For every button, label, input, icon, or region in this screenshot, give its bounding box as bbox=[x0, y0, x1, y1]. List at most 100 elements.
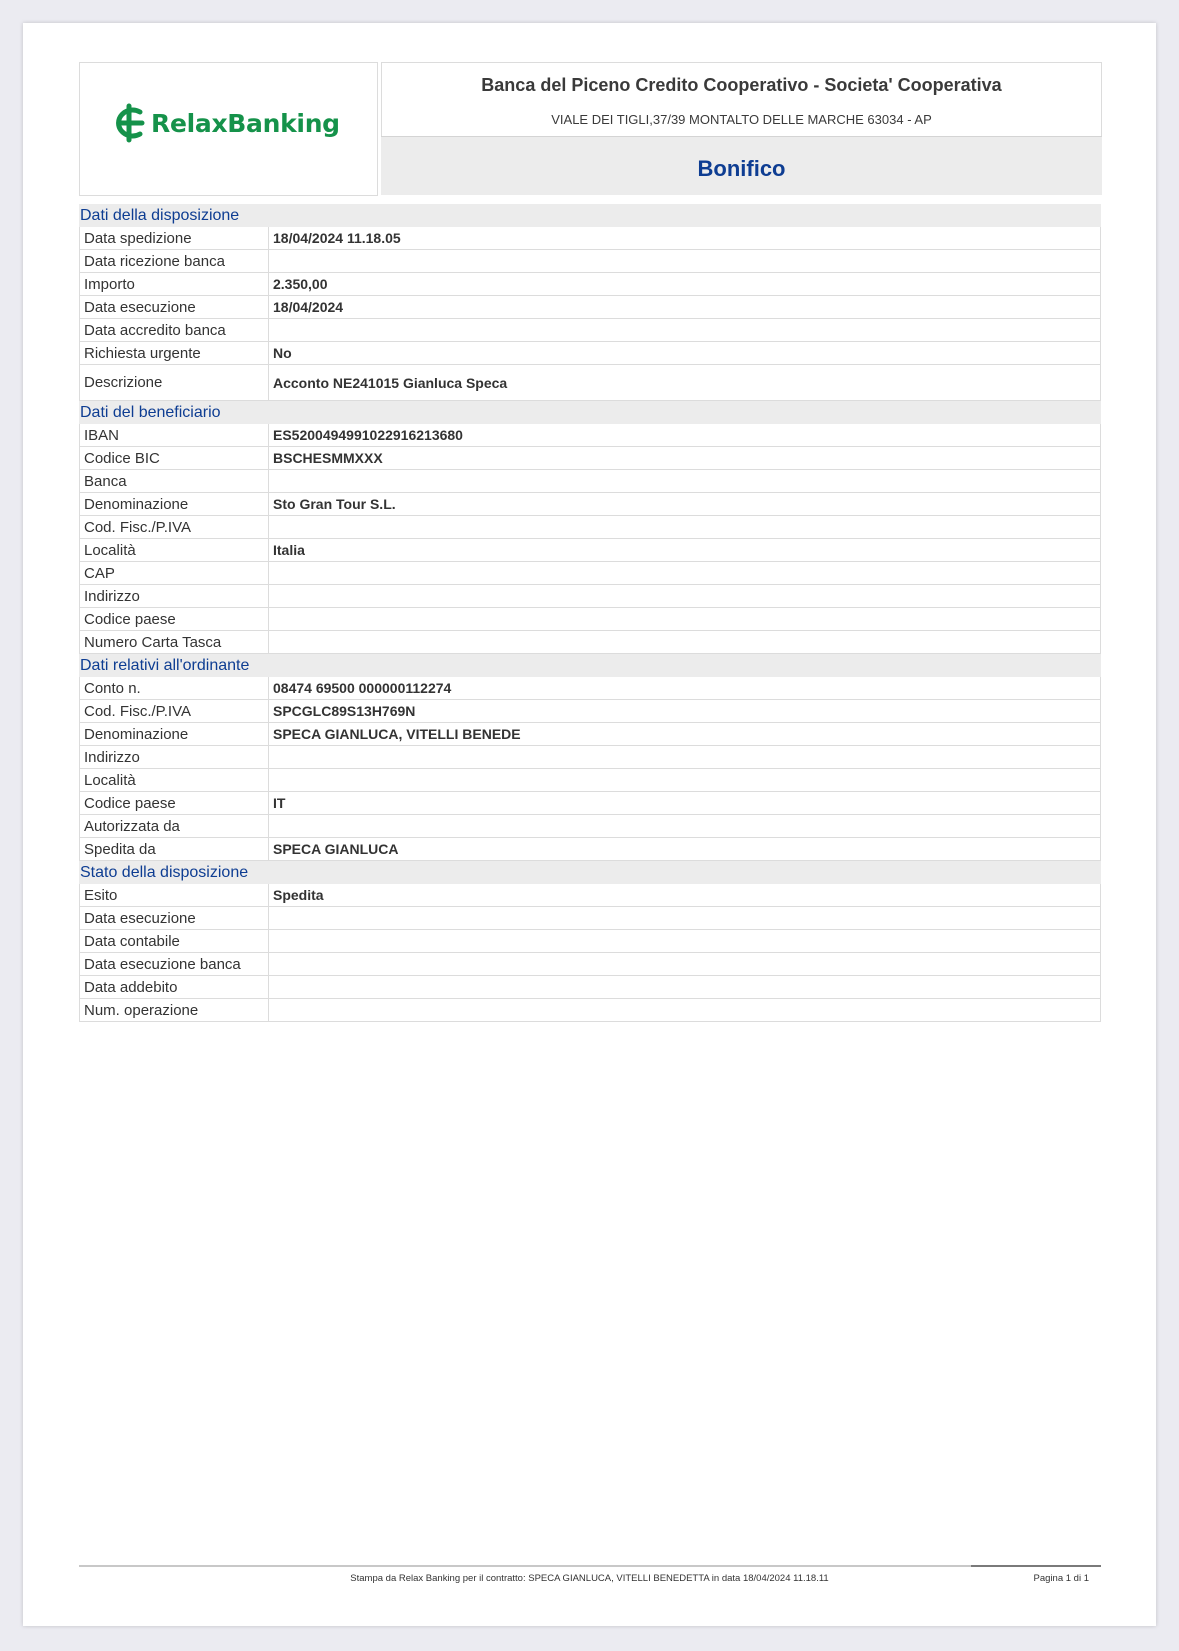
row-label: Località bbox=[80, 769, 269, 791]
row-value bbox=[269, 746, 1100, 768]
bank-address: VIALE DEI TIGLI,37/39 MONTALTO DELLE MAR… bbox=[551, 112, 932, 127]
row-label: Indirizzo bbox=[80, 585, 269, 607]
row-label: Data esecuzione bbox=[80, 296, 269, 318]
footer-page-number: Pagina 1 di 1 bbox=[1033, 1573, 1089, 1584]
row-value bbox=[269, 999, 1100, 1021]
doc-title: Bonifico bbox=[697, 156, 786, 181]
logo-text: RelaxBanking bbox=[151, 108, 340, 138]
table-row: Numero Carta Tasca bbox=[79, 631, 1101, 654]
table-row: IBAN ES5200494991022916213680 bbox=[79, 424, 1101, 447]
table-row: Richiesta urgente No bbox=[79, 342, 1101, 365]
footer-print-info: Stampa da Relax Banking per il contratto… bbox=[350, 1573, 829, 1584]
row-value bbox=[269, 976, 1100, 998]
row-label: Località bbox=[80, 539, 269, 561]
row-value bbox=[269, 516, 1100, 538]
row-value bbox=[269, 769, 1100, 791]
table-row: Indirizzo bbox=[79, 746, 1101, 769]
section-beneficiario: Dati del beneficiario bbox=[79, 401, 1101, 424]
row-label: Cod. Fisc./P.IVA bbox=[80, 516, 269, 538]
document-header: RelaxBanking Banca del Piceno Credito Co… bbox=[79, 62, 1102, 196]
table-row: Data ricezione banca bbox=[79, 250, 1101, 273]
row-label: IBAN bbox=[80, 424, 269, 446]
row-label: Data contabile bbox=[80, 930, 269, 952]
section-stato: Stato della disposizione bbox=[79, 861, 1101, 884]
row-value bbox=[269, 470, 1100, 492]
row-value: ES5200494991022916213680 bbox=[273, 427, 463, 443]
row-label: Spedita da bbox=[80, 838, 269, 860]
row-value: No bbox=[273, 345, 292, 361]
row-value: Sto Gran Tour S.L. bbox=[273, 496, 396, 512]
table-row: Data spedizione 18/04/2024 11.18.05 bbox=[79, 227, 1101, 250]
table-row: Num. operazione bbox=[79, 999, 1101, 1022]
table-row: Descrizione Acconto NE241015 Gianluca Spe… bbox=[79, 365, 1101, 401]
row-value: SPCGLC89S13H769N bbox=[273, 703, 416, 719]
table-row: Data esecuzione banca bbox=[79, 953, 1101, 976]
table-row: Data addebito bbox=[79, 976, 1101, 999]
row-label: Descrizione bbox=[80, 365, 269, 400]
table-row: Cod. Fisc./P.IVA SPCGLC89S13H769N bbox=[79, 700, 1101, 723]
logo-box: RelaxBanking bbox=[79, 62, 378, 196]
row-label: Denominazione bbox=[80, 723, 269, 745]
document-page: RelaxBanking Banca del Piceno Credito Co… bbox=[23, 23, 1156, 1626]
footer-divider-accent bbox=[971, 1565, 1101, 1567]
relaxbanking-logo: RelaxBanking bbox=[111, 103, 340, 143]
row-label: Data esecuzione banca bbox=[80, 953, 269, 975]
bank-info-box: Banca del Piceno Credito Cooperativo - S… bbox=[381, 62, 1102, 137]
table-row: Località bbox=[79, 769, 1101, 792]
table-row: Cod. Fisc./P.IVA bbox=[79, 516, 1101, 539]
row-label: Cod. Fisc./P.IVA bbox=[80, 700, 269, 722]
row-value: 08474 69500 000000112274 bbox=[273, 680, 452, 696]
row-value: IT bbox=[273, 795, 286, 811]
table-row: CAP bbox=[79, 562, 1101, 585]
table-row: Indirizzo bbox=[79, 585, 1101, 608]
row-label: Data spedizione bbox=[80, 227, 269, 249]
row-value: Spedita bbox=[273, 887, 324, 903]
row-value bbox=[269, 250, 1100, 272]
row-label: Data addebito bbox=[80, 976, 269, 998]
row-label: Num. operazione bbox=[80, 999, 269, 1021]
table-row: Codice paese IT bbox=[79, 792, 1101, 815]
row-value bbox=[269, 608, 1100, 630]
row-label: Data esecuzione bbox=[80, 907, 269, 929]
table-row: Autorizzata da bbox=[79, 815, 1101, 838]
section-disposizione: Dati della disposizione bbox=[79, 204, 1101, 227]
row-label: Numero Carta Tasca bbox=[80, 631, 269, 653]
row-value bbox=[269, 585, 1100, 607]
row-label: Autorizzata da bbox=[80, 815, 269, 837]
row-value: 18/04/2024 bbox=[273, 299, 344, 315]
row-value bbox=[269, 953, 1100, 975]
table-row: Codice BIC BSCHESMMXXX bbox=[79, 447, 1101, 470]
row-label: Codice paese bbox=[80, 608, 269, 630]
table-row: Esito Spedita bbox=[79, 884, 1101, 907]
table-row: Importo 2.350,00 bbox=[79, 273, 1101, 296]
row-label: Importo bbox=[80, 273, 269, 295]
row-value: 2.350,00 bbox=[273, 276, 328, 292]
row-label: Denominazione bbox=[80, 493, 269, 515]
table-row: Codice paese bbox=[79, 608, 1101, 631]
bank-name: Banca del Piceno Credito Cooperativo - S… bbox=[481, 75, 1002, 95]
row-value bbox=[269, 319, 1100, 341]
table-row: Data contabile bbox=[79, 930, 1101, 953]
table-row: Banca bbox=[79, 470, 1101, 493]
row-value bbox=[269, 562, 1100, 584]
row-value bbox=[269, 631, 1100, 653]
row-value bbox=[269, 930, 1100, 952]
row-label: Esito bbox=[80, 884, 269, 906]
row-label: Data ricezione banca bbox=[80, 250, 269, 272]
row-label: CAP bbox=[80, 562, 269, 584]
relaxbanking-logo-icon bbox=[116, 103, 145, 143]
row-label: Richiesta urgente bbox=[80, 342, 269, 364]
row-value: 18/04/2024 11.18.05 bbox=[273, 230, 401, 246]
row-label: Codice BIC bbox=[80, 447, 269, 469]
doc-title-box: Bonifico bbox=[381, 136, 1102, 195]
row-value: BSCHESMMXXX bbox=[273, 450, 383, 466]
row-label: Indirizzo bbox=[80, 746, 269, 768]
document-content: Dati della disposizione Data spedizione 1… bbox=[79, 204, 1101, 1022]
table-row: Data esecuzione 18/04/2024 bbox=[79, 296, 1101, 319]
row-value bbox=[269, 907, 1100, 929]
table-row: Denominazione Sto Gran Tour S.L. bbox=[79, 493, 1101, 516]
footer-divider bbox=[79, 1565, 1101, 1567]
row-value: SPECA GIANLUCA bbox=[273, 841, 399, 857]
section-ordinante: Dati relativi all'ordinante bbox=[79, 654, 1101, 677]
row-value: SPECA GIANLUCA, VITELLI BENEDE bbox=[273, 726, 521, 742]
